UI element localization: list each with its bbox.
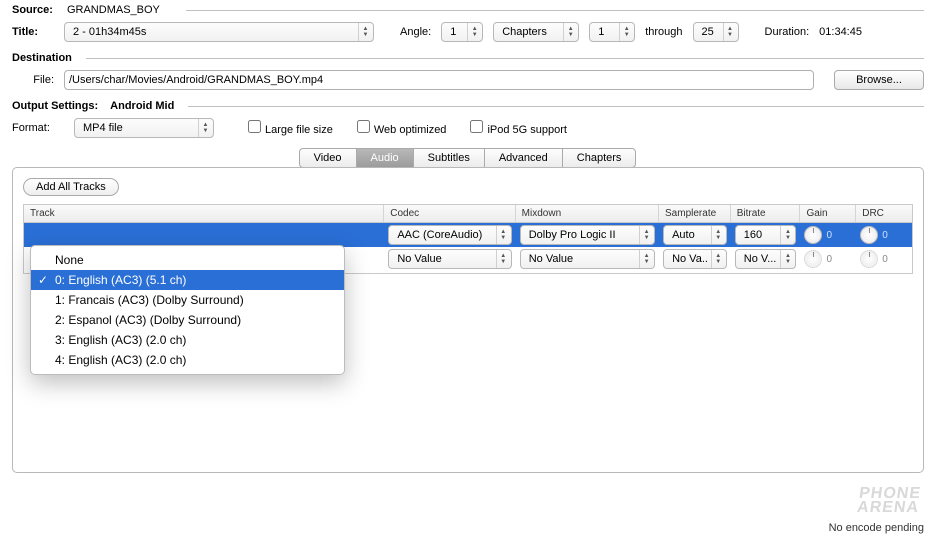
gain-value: 0 <box>826 230 832 241</box>
ipod-checkbox-label[interactable]: iPod 5G support <box>470 120 567 136</box>
chapter-from-wrap: 1 <box>589 22 635 42</box>
track-option[interactable]: 2: Espanol (AC3) (Dolby Surround) <box>31 310 344 330</box>
tab-advanced[interactable]: Advanced <box>484 148 563 168</box>
track-option[interactable]: 1: Francais (AC3) (Dolby Surround) <box>31 290 344 310</box>
track-dropdown[interactable]: None 0: English (AC3) (5.1 ch) 1: Franca… <box>30 245 345 375</box>
divider <box>86 58 924 59</box>
status-text: No encode pending <box>829 522 924 534</box>
track-option-none[interactable]: None <box>31 250 344 270</box>
audio-table-header: Track Codec Mixdown Samplerate Bitrate G… <box>24 205 912 223</box>
title-row: Title: 2 - 01h34m45s Angle: 1 Chapters 1… <box>12 22 924 42</box>
output-preset: Android Mid <box>110 100 174 112</box>
drc-value: 0 <box>882 230 888 241</box>
output-settings-row: Output Settings: Android Mid <box>12 100 924 112</box>
angle-select-wrap: 1 <box>441 22 483 42</box>
gain-knob[interactable] <box>804 250 822 268</box>
chapter-from-select[interactable]: 1 <box>589 22 635 42</box>
destination-label: Destination <box>12 52 72 64</box>
title-select-wrap: 2 - 01h34m45s <box>64 22 374 42</box>
th-drc: DRC <box>856 205 912 222</box>
drc-knob[interactable] <box>860 226 878 244</box>
th-mixdown: Mixdown <box>516 205 659 222</box>
title-label: Title: <box>12 26 54 38</box>
mixdown-select[interactable]: Dolby Pro Logic II <box>520 225 655 245</box>
tab-subtitles[interactable]: Subtitles <box>413 148 485 168</box>
tabbar: Video Audio Subtitles Advanced Chapters <box>12 148 924 168</box>
table-row[interactable]: AAC (CoreAudio) Dolby Pro Logic II Auto … <box>24 223 912 247</box>
duration-label: Duration: <box>765 26 810 38</box>
samplerate-select[interactable]: Auto <box>663 225 727 245</box>
angle-select[interactable]: 1 <box>441 22 483 42</box>
samplerate-select[interactable]: No Va... <box>663 249 727 269</box>
bitrate-select[interactable]: 160 <box>735 225 797 245</box>
watermark: PHONEARENA <box>856 487 922 516</box>
chapters-mode-wrap: Chapters <box>493 22 579 42</box>
format-select[interactable]: MP4 file <box>74 118 214 138</box>
file-row: File: Browse... <box>12 70 924 90</box>
track-option[interactable]: 3: English (AC3) (2.0 ch) <box>31 330 344 350</box>
format-row: Format: MP4 file Large file size Web opt… <box>12 118 924 138</box>
th-samplerate: Samplerate <box>659 205 731 222</box>
gain-knob[interactable] <box>804 226 822 244</box>
track-option[interactable]: 0: English (AC3) (5.1 ch) <box>31 270 344 290</box>
large-file-checkbox-label[interactable]: Large file size <box>248 120 333 136</box>
divider <box>188 106 924 107</box>
add-all-tracks-button[interactable]: Add All Tracks <box>23 178 119 196</box>
tab-chapters[interactable]: Chapters <box>562 148 637 168</box>
web-optimized-checkbox[interactable] <box>357 120 370 133</box>
through-label: through <box>645 26 682 38</box>
web-optimized-checkbox-label[interactable]: Web optimized <box>357 120 447 136</box>
ipod-checkbox[interactable] <box>470 120 483 133</box>
th-track: Track <box>24 205 384 222</box>
codec-select[interactable]: AAC (CoreAudio) <box>388 225 511 245</box>
gain-value: 0 <box>826 254 832 265</box>
destination-row: Destination <box>12 52 924 64</box>
chapters-mode-select[interactable]: Chapters <box>493 22 579 42</box>
angle-label: Angle: <box>400 26 431 38</box>
th-codec: Codec <box>384 205 515 222</box>
source-row: Source: GRANDMAS_BOY <box>12 4 924 16</box>
format-select-wrap: MP4 file <box>74 118 214 138</box>
drc-knob[interactable] <box>860 250 878 268</box>
source-name: GRANDMAS_BOY <box>67 4 160 16</box>
duration-value: 01:34:45 <box>819 26 862 38</box>
tab-audio[interactable]: Audio <box>356 148 414 168</box>
file-label: File: <box>12 74 54 86</box>
file-input[interactable] <box>64 70 814 90</box>
browse-button[interactable]: Browse... <box>834 70 924 90</box>
divider <box>186 10 924 11</box>
chapter-to-select[interactable]: 25 <box>693 22 739 42</box>
drc-value: 0 <box>882 254 888 265</box>
track-option[interactable]: 4: English (AC3) (2.0 ch) <box>31 350 344 370</box>
title-select[interactable]: 2 - 01h34m45s <box>64 22 374 42</box>
bitrate-select[interactable]: No V... <box>735 249 797 269</box>
th-bitrate: Bitrate <box>731 205 801 222</box>
chapter-to-wrap: 25 <box>693 22 739 42</box>
tab-video[interactable]: Video <box>299 148 357 168</box>
source-label: Source: <box>12 4 53 16</box>
tabs-area: Video Audio Subtitles Advanced Chapters … <box>12 148 924 473</box>
th-gain: Gain <box>800 205 856 222</box>
codec-select[interactable]: No Value <box>388 249 511 269</box>
output-settings-label: Output Settings: <box>12 100 98 112</box>
large-file-checkbox[interactable] <box>248 120 261 133</box>
mixdown-select[interactable]: No Value <box>520 249 655 269</box>
format-label: Format: <box>12 122 60 134</box>
